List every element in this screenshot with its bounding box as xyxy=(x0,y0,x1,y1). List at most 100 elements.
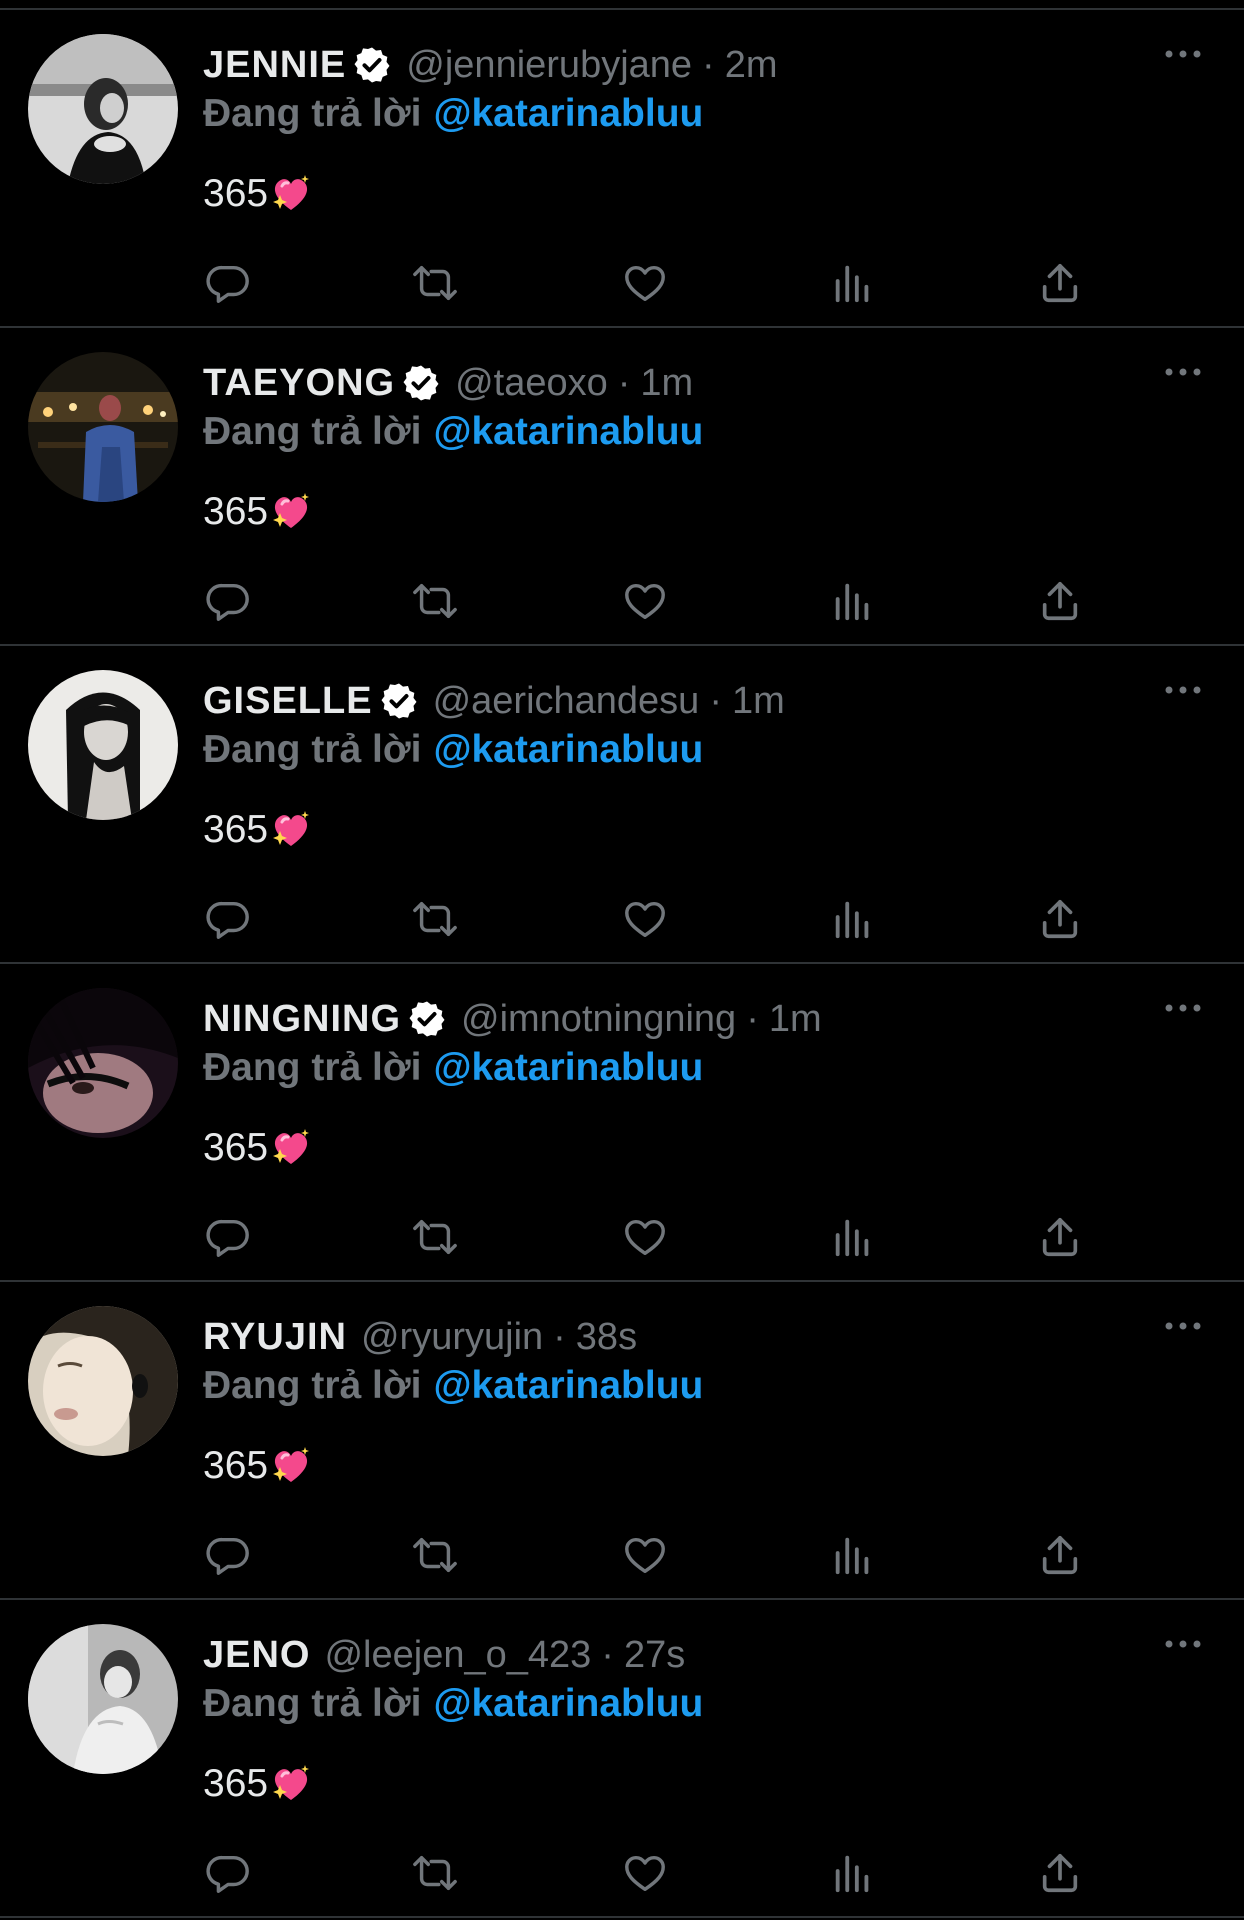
tweet-item[interactable]: TAEYONG @taeoxo · 1m Đang trả lời @katari… xyxy=(0,328,1244,646)
more-options-icon[interactable] xyxy=(1163,364,1203,380)
reply-icon xyxy=(206,1537,249,1575)
timestamp[interactable]: 38s xyxy=(576,1316,637,1359)
mention-link[interactable]: @katarinabluu xyxy=(433,1682,703,1725)
user-handle[interactable]: @ryuryujin xyxy=(361,1316,543,1359)
mention-link[interactable]: @katarinabluu xyxy=(433,1364,703,1407)
reply-button[interactable] xyxy=(203,1530,253,1580)
avatar[interactable] xyxy=(28,34,178,184)
like-button[interactable] xyxy=(620,1530,670,1580)
timestamp[interactable]: 27s xyxy=(624,1634,685,1677)
separator-dot: · xyxy=(709,679,722,722)
replying-to: Đang trả lời @katarinabluu xyxy=(203,1682,703,1726)
replying-to: Đang trả lời @katarinabluu xyxy=(203,1364,703,1408)
separator-dot: · xyxy=(553,1315,566,1358)
share-button[interactable] xyxy=(1035,258,1085,308)
tweet-item[interactable]: RYUJIN @ryuryujin · 38s Đang trả lời @kat… xyxy=(0,1282,1244,1600)
avatar[interactable] xyxy=(28,670,178,820)
share-button[interactable] xyxy=(1035,894,1085,944)
views-button[interactable] xyxy=(828,258,878,308)
more-options-icon[interactable] xyxy=(1163,46,1203,62)
timestamp[interactable]: 1m xyxy=(732,680,785,723)
reply-icon xyxy=(206,1219,249,1257)
separator-dot: · xyxy=(601,1633,614,1676)
tweet-actions xyxy=(0,576,1244,626)
tweet-text-content: 365 xyxy=(203,1762,269,1805)
display-name[interactable]: JENNIE xyxy=(203,44,346,87)
reply-button[interactable] xyxy=(203,258,253,308)
retweet-button[interactable] xyxy=(410,576,460,626)
more-options-icon[interactable] xyxy=(1163,1636,1203,1652)
avatar[interactable] xyxy=(28,988,178,1138)
like-button[interactable] xyxy=(620,1848,670,1898)
reply-button[interactable] xyxy=(203,1212,253,1262)
like-button[interactable] xyxy=(620,576,670,626)
tweet-item[interactable]: NINGNING @imnotningning · 1m Đang trả lờ… xyxy=(0,964,1244,1282)
share-button[interactable] xyxy=(1035,1848,1085,1898)
separator-dot: · xyxy=(702,43,715,86)
views-icon xyxy=(835,1537,869,1575)
share-icon xyxy=(1042,899,1078,939)
views-button[interactable] xyxy=(828,894,878,944)
views-button[interactable] xyxy=(828,576,878,626)
display-name[interactable]: NINGNING xyxy=(203,998,401,1041)
tweet-item[interactable]: JENNIE @jennierubyjane · 2m Đang trả lời… xyxy=(0,10,1244,328)
retweet-button[interactable] xyxy=(410,894,460,944)
verified-badge-icon xyxy=(409,1001,445,1037)
display-name[interactable]: GISELLE xyxy=(203,680,373,723)
tweet-text: 365 xyxy=(203,1126,312,1170)
retweet-button[interactable] xyxy=(410,258,460,308)
user-handle[interactable]: @aerichandesu xyxy=(433,680,700,723)
reply-feed: JENNIE @jennierubyjane · 2m Đang trả lời… xyxy=(0,0,1244,1920)
mention-link[interactable]: @katarinabluu xyxy=(433,1046,703,1089)
tweet-text: 365 xyxy=(203,1444,312,1488)
mention-link[interactable]: @katarinabluu xyxy=(433,728,703,771)
user-handle[interactable]: @taeoxo xyxy=(455,362,608,405)
like-icon xyxy=(625,1855,665,1892)
mention-link[interactable]: @katarinabluu xyxy=(433,92,703,135)
timestamp[interactable]: 1m xyxy=(640,362,693,405)
more-options-icon[interactable] xyxy=(1163,682,1203,698)
views-button[interactable] xyxy=(828,1530,878,1580)
avatar[interactable] xyxy=(28,1306,178,1456)
more-options-icon[interactable] xyxy=(1163,1000,1203,1016)
share-icon xyxy=(1042,1535,1078,1575)
retweet-button[interactable] xyxy=(410,1848,460,1898)
share-button[interactable] xyxy=(1035,576,1085,626)
timestamp[interactable]: 2m xyxy=(725,44,778,87)
reply-icon xyxy=(206,1855,249,1893)
like-button[interactable] xyxy=(620,1212,670,1262)
share-button[interactable] xyxy=(1035,1530,1085,1580)
tweet-item[interactable]: GISELLE @aerichandesu · 1m Đang trả lời @… xyxy=(0,646,1244,964)
like-icon xyxy=(625,1219,665,1256)
like-button[interactable] xyxy=(620,258,670,308)
avatar[interactable] xyxy=(28,1624,178,1774)
avatar[interactable] xyxy=(28,352,178,502)
timestamp[interactable]: 1m xyxy=(769,998,822,1041)
display-name[interactable]: RYUJIN xyxy=(203,1316,347,1359)
views-button[interactable] xyxy=(828,1212,878,1262)
tweet-actions xyxy=(0,894,1244,944)
user-handle[interactable]: @imnotningning xyxy=(461,998,736,1041)
retweet-button[interactable] xyxy=(410,1212,460,1262)
mention-link[interactable]: @katarinabluu xyxy=(433,410,703,453)
user-handle[interactable]: @leejen_o_423 xyxy=(324,1634,591,1677)
tweet-item[interactable]: JENO @leejen_o_423 · 27s Đang trả lời @ka… xyxy=(0,1600,1244,1918)
like-icon xyxy=(625,583,665,620)
tweet-actions xyxy=(0,258,1244,308)
more-options-icon[interactable] xyxy=(1163,1318,1203,1334)
reply-button[interactable] xyxy=(203,1848,253,1898)
retweet-icon xyxy=(413,583,457,619)
sparkling-heart-icon xyxy=(273,1447,310,1482)
user-handle[interactable]: @jennierubyjane xyxy=(406,44,692,87)
display-name[interactable]: TAEYONG xyxy=(203,362,395,405)
display-name[interactable]: JENO xyxy=(203,1634,310,1677)
like-button[interactable] xyxy=(620,894,670,944)
views-icon xyxy=(835,265,869,303)
retweet-button[interactable] xyxy=(410,1530,460,1580)
reply-button[interactable] xyxy=(203,894,253,944)
tweet-text: 365 xyxy=(203,808,312,852)
views-button[interactable] xyxy=(828,1848,878,1898)
verified-badge-icon xyxy=(354,47,390,83)
reply-button[interactable] xyxy=(203,576,253,626)
share-button[interactable] xyxy=(1035,1212,1085,1262)
